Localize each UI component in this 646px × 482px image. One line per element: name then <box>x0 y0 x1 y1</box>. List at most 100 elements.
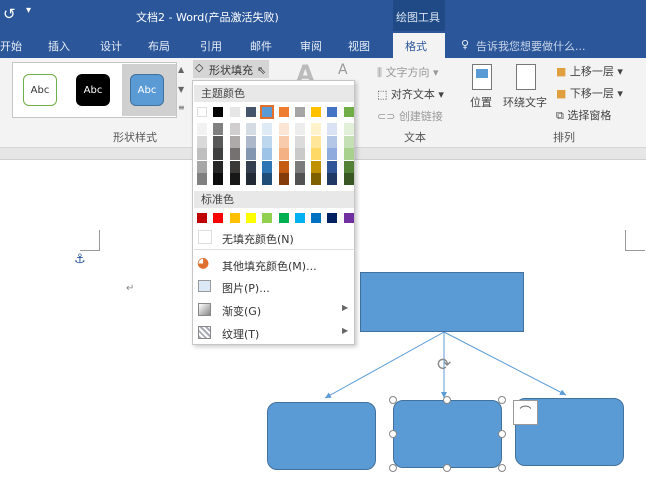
theme-shade-swatch[interactable] <box>278 160 289 173</box>
theme-shade-swatch[interactable] <box>343 148 354 160</box>
theme-shade-swatch[interactable] <box>229 123 240 135</box>
rotate-handle-icon[interactable]: ⟳ <box>437 355 451 375</box>
standard-color-swatch[interactable] <box>245 213 256 223</box>
theme-shade-swatch[interactable] <box>327 148 338 160</box>
submenu-arrow-icon: ▶ <box>342 326 349 335</box>
theme-shade-swatch[interactable] <box>294 123 305 135</box>
theme-shade-swatch[interactable] <box>343 160 354 173</box>
theme-color-swatch[interactable] <box>245 107 256 117</box>
theme-shade-swatch[interactable] <box>294 160 305 173</box>
resize-handle[interactable] <box>443 396 451 404</box>
theme-shade-swatch[interactable] <box>213 148 224 160</box>
theme-color-swatch[interactable] <box>197 107 207 117</box>
theme-shade-swatch[interactable] <box>245 148 256 160</box>
resize-handle[interactable] <box>498 430 506 438</box>
bottom-left-shape[interactable] <box>267 402 376 470</box>
theme-shade-swatch[interactable] <box>245 135 256 148</box>
theme-shade-swatch[interactable] <box>213 173 224 185</box>
theme-shade-swatch[interactable] <box>327 160 338 173</box>
theme-shade-swatch[interactable] <box>262 173 273 185</box>
bottom-middle-shape-selected[interactable] <box>393 400 502 468</box>
theme-colors-header: 主题颜色 <box>194 85 354 102</box>
standard-color-swatch[interactable] <box>197 213 207 223</box>
theme-shade-swatch[interactable] <box>213 135 224 148</box>
theme-shade-swatch[interactable] <box>197 148 207 160</box>
gradient-icon <box>198 303 211 316</box>
theme-shade-swatch[interactable] <box>229 160 240 173</box>
standard-color-swatch[interactable] <box>311 213 322 223</box>
submenu-arrow-icon: ▶ <box>342 303 349 312</box>
theme-shade-swatch[interactable] <box>294 173 305 185</box>
theme-color-swatch[interactable] <box>260 105 275 119</box>
theme-shade-swatch[interactable] <box>213 160 224 173</box>
resize-handle[interactable] <box>498 464 506 472</box>
menu-separator <box>194 249 354 250</box>
theme-shade-swatch[interactable] <box>229 148 240 160</box>
theme-shade-swatch[interactable] <box>311 135 322 148</box>
theme-color-swatch[interactable] <box>343 107 354 117</box>
more-fill-colors-label: 其他填充颜色(M)... <box>222 260 317 273</box>
standard-color-swatch[interactable] <box>229 213 240 223</box>
theme-shade-swatch[interactable] <box>245 123 256 135</box>
theme-shade-swatch[interactable] <box>343 135 354 148</box>
color-wheel-icon: ◕ <box>197 255 210 271</box>
picture-fill-item[interactable]: 图片(P)... <box>194 277 354 297</box>
arrow-right <box>443 331 567 396</box>
theme-shade-swatch[interactable] <box>343 173 354 185</box>
theme-shade-swatch[interactable] <box>311 160 322 173</box>
theme-shade-swatch[interactable] <box>278 148 289 160</box>
gradient-fill-label: 渐变(G) <box>222 305 262 318</box>
standard-color-swatch[interactable] <box>327 213 338 223</box>
theme-shade-swatch[interactable] <box>278 123 289 135</box>
layout-options-icon[interactable]: ⌒ <box>513 400 538 425</box>
theme-shade-swatch[interactable] <box>278 135 289 148</box>
theme-shade-swatch[interactable] <box>327 135 338 148</box>
theme-shade-swatch[interactable] <box>229 135 240 148</box>
picture-fill-label: 图片(P)... <box>222 282 270 295</box>
standard-color-swatch[interactable] <box>294 213 305 223</box>
theme-shade-swatch[interactable] <box>294 135 305 148</box>
theme-shade-swatch[interactable] <box>327 173 338 185</box>
theme-color-swatch[interactable] <box>327 107 338 117</box>
theme-shade-swatch[interactable] <box>213 123 224 135</box>
resize-handle[interactable] <box>498 396 506 404</box>
picture-icon <box>198 280 211 292</box>
more-fill-colors-item[interactable]: ◕ 其他填充颜色(M)... <box>194 255 354 275</box>
theme-shade-swatch[interactable] <box>197 160 207 173</box>
theme-shade-swatch[interactable] <box>262 123 273 135</box>
theme-shade-swatch[interactable] <box>229 173 240 185</box>
gradient-fill-item[interactable]: 渐变(G) ▶ <box>194 300 354 320</box>
theme-color-swatch[interactable] <box>278 107 289 117</box>
theme-color-swatch[interactable] <box>213 107 224 117</box>
theme-shade-swatch[interactable] <box>311 173 322 185</box>
theme-shade-swatch[interactable] <box>245 160 256 173</box>
theme-color-swatch[interactable] <box>229 107 240 117</box>
resize-handle[interactable] <box>443 464 451 472</box>
theme-color-swatch[interactable] <box>294 107 305 117</box>
theme-color-swatch[interactable] <box>311 107 322 117</box>
no-fill-item[interactable]: 无填充颜色(N) <box>194 228 354 248</box>
theme-shade-swatch[interactable] <box>245 173 256 185</box>
theme-shade-swatch[interactable] <box>262 148 273 160</box>
theme-shade-swatch[interactable] <box>262 160 273 173</box>
theme-shade-swatch[interactable] <box>327 123 338 135</box>
texture-fill-item[interactable]: 纹理(T) ▶ <box>194 323 354 343</box>
theme-shade-swatch[interactable] <box>311 123 322 135</box>
theme-shade-swatch[interactable] <box>197 173 207 185</box>
standard-color-swatch[interactable] <box>343 213 354 223</box>
resize-handle[interactable] <box>389 396 397 404</box>
top-shape[interactable] <box>360 272 524 332</box>
theme-shade-swatch[interactable] <box>294 148 305 160</box>
theme-shade-swatch[interactable] <box>311 148 322 160</box>
standard-color-swatch[interactable] <box>213 213 224 223</box>
standard-color-swatch[interactable] <box>262 213 273 223</box>
standard-color-swatch[interactable] <box>278 213 289 223</box>
theme-shade-swatch[interactable] <box>262 135 273 148</box>
resize-handle[interactable] <box>389 464 397 472</box>
theme-shade-swatch[interactable] <box>278 173 289 185</box>
theme-shade-swatch[interactable] <box>197 123 207 135</box>
texture-icon <box>198 326 211 339</box>
theme-shade-swatch[interactable] <box>197 135 207 148</box>
theme-shade-swatch[interactable] <box>343 123 354 135</box>
resize-handle[interactable] <box>389 430 397 438</box>
